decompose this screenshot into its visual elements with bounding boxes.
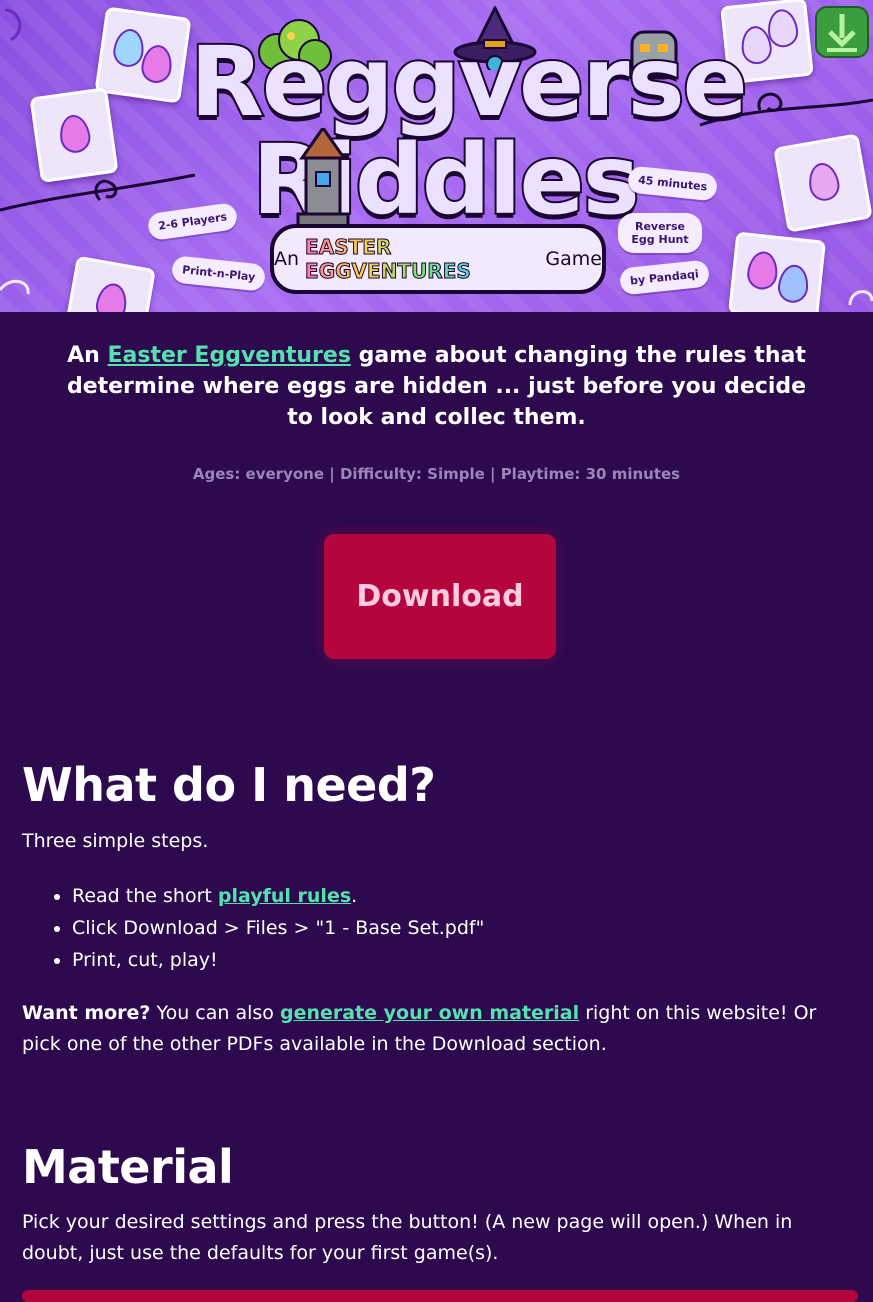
list-item: Print, cut, play! xyxy=(72,944,484,976)
generate-material-link[interactable]: generate your own material xyxy=(280,1002,579,1024)
tag-reverse-egg-hunt: Reverse Egg Hunt xyxy=(618,213,702,253)
playful-rules-link[interactable]: playful rules xyxy=(218,885,351,907)
game-meta: Ages: everyone | Difficulty: Simple | Pl… xyxy=(192,465,681,483)
want-more-prefix: You can also xyxy=(156,1002,274,1024)
what-do-i-need-heading: What do I need? xyxy=(22,758,436,812)
steps-list: Read the short playful rules. Click Down… xyxy=(22,880,484,976)
subtitle-brand: EASTER EGGVENTURES xyxy=(305,235,539,284)
header-banner: Reggverse Riddles An EASTER EGGVENTURES … xyxy=(0,0,873,312)
list-item: Read the short playful rules. xyxy=(72,880,484,912)
want-more-paragraph: Want more? You can also generate your ow… xyxy=(22,998,852,1060)
subtitle-prefix: An xyxy=(274,248,300,270)
need-lead: Three simple steps. xyxy=(22,830,209,852)
step-suffix: . xyxy=(351,885,358,907)
want-more-label: Want more? xyxy=(22,1002,151,1024)
easter-eggventures-link[interactable]: Easter Eggventures xyxy=(108,343,351,368)
download-button[interactable]: Download xyxy=(324,534,556,659)
intro-prefix: An xyxy=(67,343,100,368)
intro-text: An Easter Eggventures game about changin… xyxy=(60,340,813,433)
material-text: Pick your desired settings and press the… xyxy=(22,1211,793,1264)
list-item: Click Download > Files > "1 - Base Set.p… xyxy=(72,912,484,944)
step-prefix: Read the short xyxy=(72,885,212,907)
subtitle-pill: An EASTER EGGVENTURES Game xyxy=(270,224,606,294)
title-line-2: Riddles xyxy=(250,124,641,236)
title-line-1: Reggverse xyxy=(188,26,750,138)
material-heading: Material xyxy=(22,1140,234,1194)
tower-icon xyxy=(296,128,350,236)
download-corner-button[interactable] xyxy=(815,6,869,58)
subtitle-suffix: Game xyxy=(545,248,602,270)
download-arrow-icon xyxy=(827,14,857,52)
generate-material-bar[interactable] xyxy=(22,1290,858,1302)
